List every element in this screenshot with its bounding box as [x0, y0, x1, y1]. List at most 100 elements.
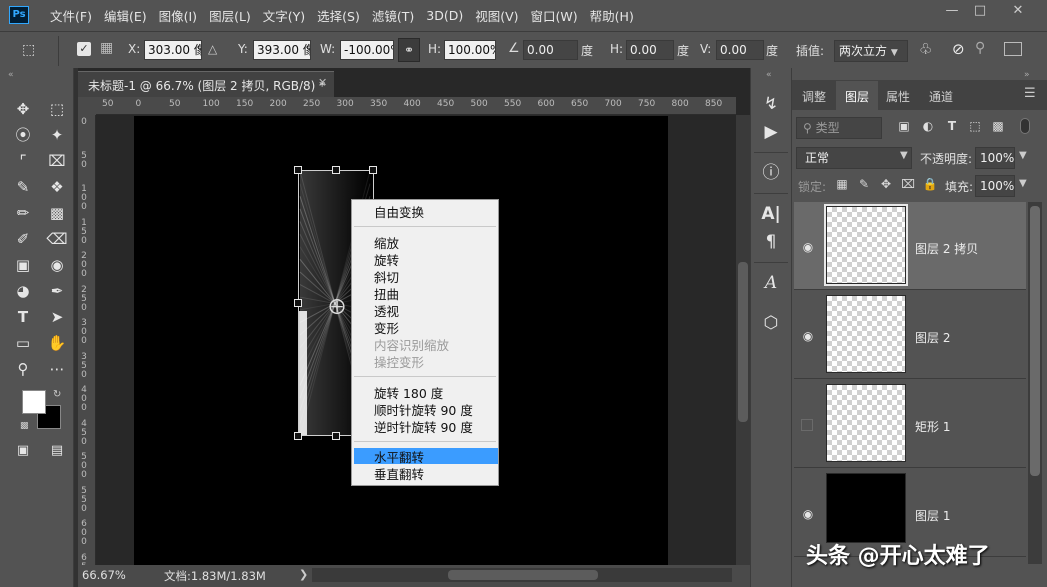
3d-icon[interactable]: ⬡ — [758, 311, 784, 335]
move-tool-icon[interactable]: ✥ — [12, 98, 34, 120]
more-tools-icon[interactable]: ⋯ — [46, 358, 68, 380]
menu-window[interactable]: 窗口(W) — [531, 6, 578, 25]
opacity-field[interactable]: 100% — [975, 147, 1015, 169]
ruler-origin[interactable] — [78, 97, 96, 115]
search-icon[interactable]: ⚲ — [975, 40, 985, 56]
brush-tool-icon[interactable]: ✏ — [12, 202, 34, 224]
filter-shape-icon[interactable]: ⬚ — [967, 119, 983, 133]
chevron-down-icon[interactable]: ▼ — [1019, 178, 1027, 189]
link-icon[interactable]: ⚭ — [398, 38, 420, 62]
paragraph-panel-icon[interactable]: ¶ — [758, 230, 784, 254]
marquee-tool-icon[interactable]: ⬚ — [46, 98, 68, 120]
menu-item-distort[interactable]: 扭曲 — [374, 286, 399, 303]
angle-field[interactable]: 0.00 — [523, 40, 578, 60]
menu-type[interactable]: 文字(Y) — [263, 6, 305, 25]
collapse-icon[interactable]: « — [766, 70, 772, 80]
menu-item-scale[interactable]: 缩放 — [374, 235, 399, 252]
minimize-icon[interactable]: — — [938, 3, 966, 19]
layer-name[interactable]: 图层 2 — [915, 329, 950, 346]
filter-toggle[interactable] — [1020, 118, 1030, 134]
crop-tool-icon[interactable]: ⌜ — [12, 150, 34, 172]
menu-image[interactable]: 图像(I) — [159, 6, 197, 25]
menu-item-flip-vertical[interactable]: 垂直翻转 — [374, 466, 424, 483]
menu-item-warp[interactable]: 变形 — [374, 320, 399, 337]
document-tab[interactable]: 未标题-1 @ 66.7% (图层 2 拷贝, RGB/8) * — [78, 71, 334, 97]
menu-item-flip-horizontal[interactable]: 水平翻转 — [374, 449, 424, 466]
menu-item-rotate[interactable]: 旋转 — [374, 252, 399, 269]
x-field[interactable]: 303.00 像素 — [144, 40, 202, 60]
interpolation-select[interactable]: 两次立方 ▼ — [834, 40, 908, 62]
chevron-down-icon[interactable]: ▼ — [1019, 150, 1027, 161]
tab-properties[interactable]: 属性 — [878, 81, 918, 110]
path-select-tool-icon[interactable]: ➤ — [46, 306, 68, 328]
transform-handle[interactable] — [332, 166, 340, 174]
lock-artboard-icon[interactable]: ⌧ — [900, 177, 916, 191]
blur-tool-icon[interactable]: ◉ — [46, 254, 68, 276]
vskew-field[interactable]: 0.00 — [716, 40, 764, 60]
rectangle-tool-icon[interactable]: ▭ — [12, 332, 34, 354]
screen-mode-icon[interactable]: ▤ — [46, 440, 68, 462]
menu-item-free-transform[interactable]: 自由变换 — [374, 204, 424, 221]
pivot-point-icon[interactable]: ⨁ — [329, 296, 345, 315]
hskew-field[interactable]: 0.00 — [626, 40, 674, 60]
close-icon[interactable]: ✕ — [1004, 3, 1032, 19]
tab-layers[interactable]: 图层 — [836, 81, 878, 110]
menu-help[interactable]: 帮助(H) — [590, 6, 634, 25]
menu-edit[interactable]: 编辑(E) — [104, 6, 147, 25]
eye-icon[interactable]: ◉ — [800, 508, 816, 520]
history-icon[interactable]: ↯ — [758, 92, 784, 116]
warp-icon[interactable]: ♧ — [919, 40, 932, 58]
eye-icon[interactable]: ◉ — [800, 330, 816, 342]
lock-transparent-icon[interactable]: ▦ — [834, 177, 850, 191]
blend-mode-select[interactable]: 正常 — [796, 147, 912, 169]
eraser-tool-icon[interactable]: ⌫ — [46, 228, 68, 250]
menu-item-perspective[interactable]: 透视 — [374, 303, 399, 320]
character-panel-icon[interactable]: A| — [758, 202, 784, 226]
info-icon[interactable]: ⓘ — [758, 161, 784, 185]
layer-filter-select[interactable]: ⚲ 类型 — [796, 117, 882, 139]
collapse-icon[interactable]: » — [1024, 70, 1030, 80]
transform-tool-icon[interactable]: ⬚ — [22, 42, 35, 58]
y-field[interactable]: 393.00 像素 — [253, 40, 311, 60]
layer-name[interactable]: 图层 1 — [915, 507, 950, 524]
dodge-tool-icon[interactable]: ◕ — [12, 280, 34, 302]
transform-handle[interactable] — [332, 432, 340, 440]
transform-handle[interactable] — [294, 432, 302, 440]
maximize-icon[interactable]: □ — [966, 3, 994, 19]
default-colors-icon[interactable]: ▩ — [20, 421, 29, 431]
zoom-level[interactable]: 66.67% — [82, 568, 126, 582]
transform-handle[interactable] — [294, 166, 302, 174]
panel-menu-icon[interactable]: ☰ — [1024, 86, 1036, 101]
hand-tool-icon[interactable]: ✋ — [46, 332, 68, 354]
tab-close-icon[interactable]: ✕ — [318, 76, 327, 89]
foreground-color-swatch[interactable] — [22, 390, 46, 414]
zoom-tool-icon[interactable]: ⚲ — [12, 358, 34, 380]
delta-icon[interactable]: △ — [208, 42, 217, 56]
eyedropper-tool-icon[interactable]: ✎ — [12, 176, 34, 198]
lock-position-icon[interactable]: ✥ — [878, 177, 894, 191]
lock-brush-icon[interactable]: ✎ — [856, 177, 872, 191]
filter-pixel-icon[interactable]: ▣ — [896, 119, 912, 133]
tab-channels[interactable]: 通道 — [918, 81, 964, 110]
menu-item-rotate-90-ccw[interactable]: 逆时针旋转 90 度 — [374, 419, 473, 436]
glyphs-icon[interactable]: A — [758, 271, 784, 295]
tab-adjustments[interactable]: 调整 — [792, 81, 836, 110]
menu-item-rotate-180[interactable]: 旋转 180 度 — [374, 385, 443, 402]
pen-tool-icon[interactable]: ✒ — [46, 280, 68, 302]
vertical-scroll-thumb[interactable] — [738, 262, 748, 422]
filter-type-icon[interactable]: T — [944, 119, 960, 133]
reference-point-checkbox[interactable]: ✓ — [77, 42, 91, 56]
type-tool-icon[interactable]: T — [12, 306, 34, 328]
menu-layer[interactable]: 图层(L) — [209, 6, 251, 25]
menu-select[interactable]: 选择(S) — [317, 6, 360, 25]
quick-mask-icon[interactable]: ▣ — [12, 440, 34, 462]
collapse-icon[interactable]: « — [8, 70, 14, 80]
lasso-tool-icon[interactable]: ⦿ — [12, 124, 34, 146]
menu-view[interactable]: 视图(V) — [475, 6, 518, 25]
healing-tool-icon[interactable]: ❖ — [46, 176, 68, 198]
transform-handle[interactable] — [369, 166, 377, 174]
transform-handle[interactable] — [294, 299, 302, 307]
lock-all-icon[interactable]: 🔒 — [922, 177, 938, 191]
menu-3d[interactable]: 3D(D) — [426, 8, 463, 23]
workspace-icon[interactable] — [1004, 42, 1022, 56]
